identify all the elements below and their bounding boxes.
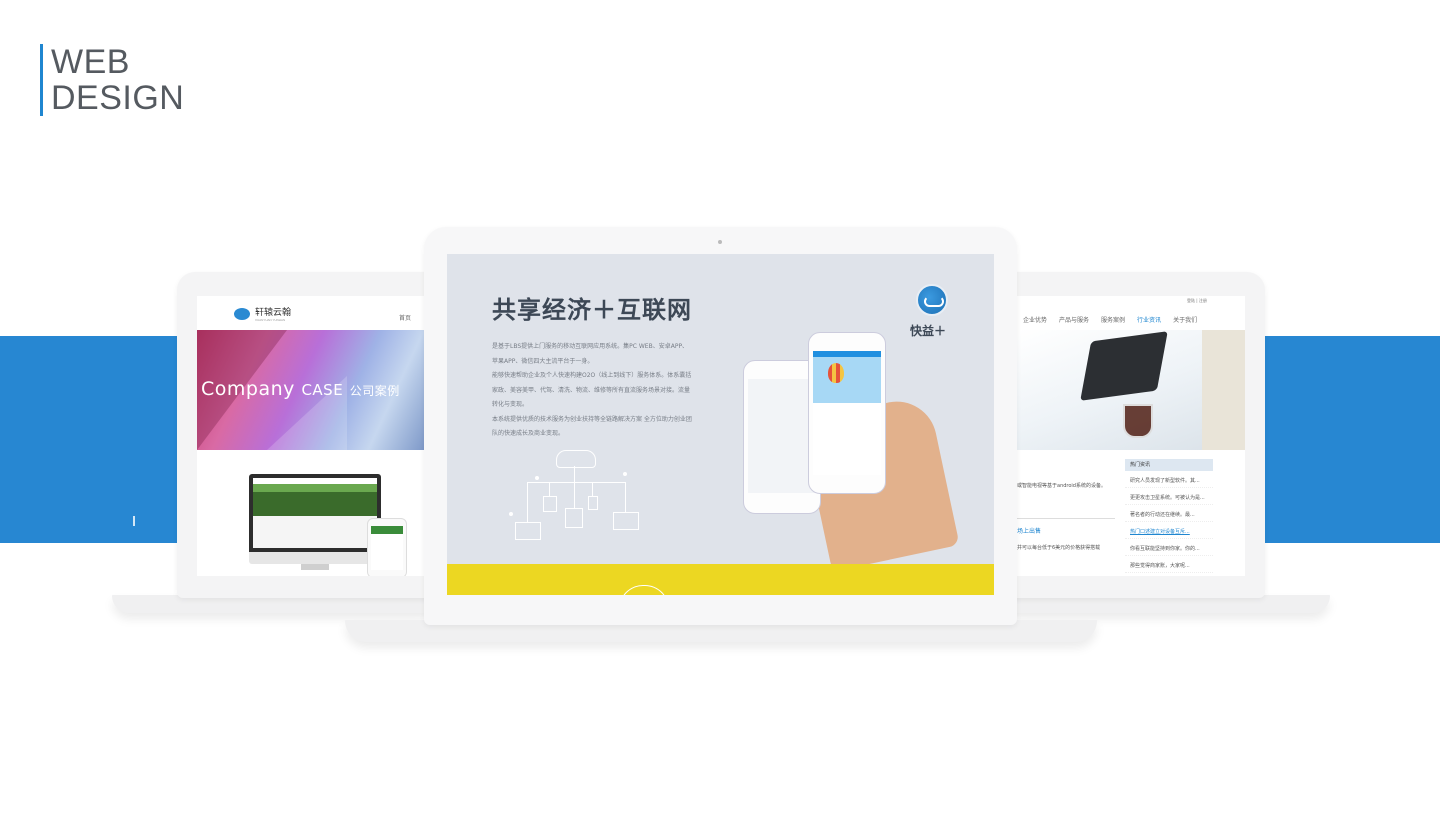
laptop-device-icon	[515, 522, 541, 540]
diagram-line	[625, 482, 626, 512]
yellow-section-band	[447, 564, 994, 595]
phone-image-front	[808, 332, 886, 494]
left-site-brand: 轩辕云翰	[255, 308, 292, 318]
phone-front-screen	[813, 351, 881, 475]
center-site-title: 共享经济＋互联网	[492, 296, 692, 324]
center-site-description: 是基于LBS提供上门服务的移动互联网应用系统。集PC WEB、安卓APP、苹果A…	[492, 340, 692, 442]
right-site-topbar: 登陆 | 注册	[1017, 296, 1245, 306]
hot-news-item[interactable]: 研究人员发现了新型软件。其...	[1125, 471, 1213, 488]
center-laptop: 共享经济＋互联网 是基于LBS提供上门服务的移动互联网应用系统。集PC WEB、…	[424, 227, 1017, 625]
banner-newspaper-image	[1202, 330, 1245, 450]
kuaiyi-logo-icon	[916, 284, 948, 316]
cloud-icon	[556, 450, 596, 468]
nav-item-advantage[interactable]: 企业优势	[1023, 315, 1047, 324]
hot-air-balloon-icon	[828, 363, 844, 383]
right-laptop-screen: 登陆 | 注册 企业优势 产品与服务 服务案例 行业资讯 关于我们 或智能电视等…	[1017, 296, 1245, 576]
tablet-device-icon	[543, 496, 557, 512]
diagram-line	[574, 466, 575, 482]
hot-news-item[interactable]: 那些觉得商家账，大家呢...	[1125, 556, 1213, 573]
monitor-device-icon	[613, 512, 639, 530]
hot-news-title: 热门资讯	[1125, 459, 1213, 471]
heading-line-web: WEB	[51, 43, 130, 81]
diagram-line	[592, 482, 593, 496]
nav-item-cases[interactable]: 服务案例	[1101, 315, 1125, 324]
left-laptop: 轩辕云翰 XUANYUAN YUNHAN 首页 Company CASE 公司案…	[177, 272, 447, 598]
right-laptop: 登陆 | 注册 企业优势 产品与服务 服务案例 行业资讯 关于我们 或智能电视等…	[995, 272, 1265, 598]
hot-news-item[interactable]: 更更攻击卫星系统。可被认为是...	[1125, 488, 1213, 505]
small-phone-image	[367, 518, 407, 576]
banner-laptop-image	[1080, 331, 1168, 401]
monitor-stand	[301, 564, 329, 570]
heading-line-design: DESIGN	[51, 79, 185, 117]
nav-item-about[interactable]: 关于我们	[1173, 315, 1197, 324]
logo-wave-mark	[924, 296, 944, 307]
diagram-dot	[535, 476, 539, 480]
left-site-header: 轩辕云翰 XUANYUAN YUNHAN 首页	[197, 296, 425, 331]
phone-device-icon	[588, 496, 598, 510]
diagram-line	[527, 482, 625, 483]
document-device-icon	[565, 508, 583, 528]
monitor-screen-image	[253, 478, 377, 548]
description-paragraph: 能够快速帮助企业及个人快速构建O2O（线上到线下）服务体系。体系囊括家政、美容美…	[492, 372, 692, 408]
banner-word-cn: 公司案例	[349, 384, 400, 398]
nav-item-products[interactable]: 产品与服务	[1059, 315, 1089, 324]
hot-news-item[interactable]: 著名者的行动还在继续。最...	[1125, 505, 1213, 522]
banner-word-company: Company	[201, 378, 295, 400]
right-site-nav: 企业优势 产品与服务 服务案例 行业资讯 关于我们	[1017, 308, 1245, 330]
band-accent-mark	[133, 516, 135, 526]
description-paragraph: 是基于LBS提供上门服务的移动互联网应用系统。集PC WEB、安卓APP、苹果A…	[492, 343, 689, 365]
page-heading: WEB DESIGN	[40, 44, 184, 116]
hot-news-sidebar: 热门资讯 研究人员发现了新型软件。其... 更更攻击卫星系统。可被认为是... …	[1125, 459, 1213, 576]
camera-icon	[718, 240, 722, 244]
news-snippet: 或智能电视等基于android系统的设备。	[1017, 483, 1106, 489]
left-site-nav-home[interactable]: 首页	[399, 313, 411, 322]
desktop-monitor-image	[249, 474, 381, 562]
news-headline-link[interactable]: 场上出售	[1017, 526, 1041, 535]
diagram-line	[574, 482, 575, 508]
kuaiyi-logo-label: 快益＋	[910, 324, 947, 338]
hot-news-item-active[interactable]: 热门口述建立对设备互斥...	[1125, 522, 1213, 539]
left-laptop-screen: 轩辕云翰 XUANYUAN YUNHAN 首页 Company CASE 公司案…	[197, 296, 425, 576]
small-phone-screen	[371, 526, 403, 570]
monitor-chin	[249, 552, 381, 564]
hot-news-item[interactable]: 你看互联能坚持到你家。你的...	[1125, 539, 1213, 556]
banner-word-case: CASE	[301, 381, 344, 399]
diagram-line	[527, 482, 528, 522]
diagram-dot	[623, 472, 627, 476]
news-snippet: 并可以每台低于6美元的价格获得搭载	[1017, 545, 1101, 551]
phone-back-screen	[748, 379, 816, 493]
center-laptop-screen: 共享经济＋互联网 是基于LBS提供上门服务的移动互联网应用系统。集PC WEB、…	[447, 254, 994, 595]
diagram-line	[549, 482, 550, 496]
nav-item-news[interactable]: 行业资讯	[1137, 315, 1161, 324]
left-site-banner-text: Company CASE 公司案例	[201, 378, 400, 400]
diagram-dot	[509, 512, 513, 516]
description-paragraph: 本系统提供优质的技术服务为创业扶持等全链路解决方案 全方位助力创业团队的快速成长…	[492, 415, 692, 438]
right-site-login-links[interactable]: 登陆 | 注册	[1187, 298, 1207, 304]
left-site-logo-icon	[234, 308, 250, 320]
banner-coffee-cup-image	[1123, 404, 1153, 438]
left-site-brand-sub: XUANYUAN YUNHAN	[255, 318, 286, 322]
news-divider	[1017, 518, 1115, 519]
